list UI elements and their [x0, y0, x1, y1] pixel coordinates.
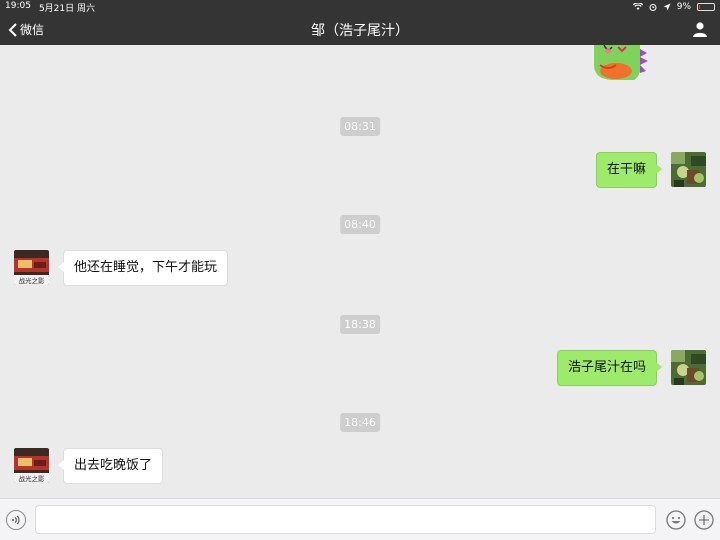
contact-avatar[interactable]: 战光之影 [14, 448, 49, 483]
avatar-caption: 战光之影 [19, 276, 46, 285]
chat-title: 邹（浩子尾汁） [311, 22, 409, 39]
avatar-caption: 战光之影 [19, 474, 46, 483]
smiley-icon[interactable] [666, 510, 686, 530]
wifi-icon [632, 3, 643, 10]
timestamp: 08:40 [340, 215, 380, 234]
message-row-incoming: 战光之影 他还在睡觉，下午才能玩 [14, 250, 229, 286]
status-date: 5月21日 周六 [38, 3, 95, 14]
message-row-incoming: 战光之影 出去吃晚饭了 [14, 448, 164, 484]
dinosaur-sticker [594, 45, 648, 80]
status-time: 19:05 [5, 0, 31, 11]
status-bar: 19:05 5月21日 周六 9% [0, 0, 720, 14]
battery-fill [699, 5, 700, 9]
plus-icon[interactable] [694, 510, 714, 530]
message-row-outgoing: 在干嘛 [595, 152, 706, 188]
contact-avatar[interactable]: 战光之影 [14, 250, 49, 285]
my-avatar[interactable] [671, 350, 706, 385]
battery-icon [697, 3, 715, 11]
timestamp: 08:31 [340, 117, 380, 136]
battery-percent: 9% [676, 2, 691, 12]
location-icon [663, 3, 671, 11]
person-icon[interactable] [692, 21, 708, 37]
message-input[interactable] [35, 505, 656, 534]
incoming-message-bubble[interactable]: 他还在睡觉，下午才能玩 [57, 250, 229, 286]
chat-area[interactable]: 08:31 在干嘛 08:40 战光之影 他还在睡觉，下午才能玩 18:38 浩… [0, 45, 720, 498]
nav-bar: 微信 邹（浩子尾汁） [0, 14, 720, 45]
voice-button[interactable] [6, 510, 26, 530]
input-bar [0, 498, 720, 540]
timestamp: 18:38 [340, 315, 380, 334]
message-row-outgoing: 浩子尾汁在吗 [556, 350, 706, 386]
voice-icon [12, 515, 20, 525]
outgoing-message-bubble[interactable]: 在干嘛 [595, 152, 663, 188]
alarm-icon [649, 4, 657, 11]
timestamp: 18:46 [340, 413, 380, 432]
outgoing-message-bubble[interactable]: 浩子尾汁在吗 [556, 350, 663, 386]
incoming-message-bubble[interactable]: 出去吃晚饭了 [57, 448, 164, 484]
my-avatar[interactable] [671, 152, 706, 187]
